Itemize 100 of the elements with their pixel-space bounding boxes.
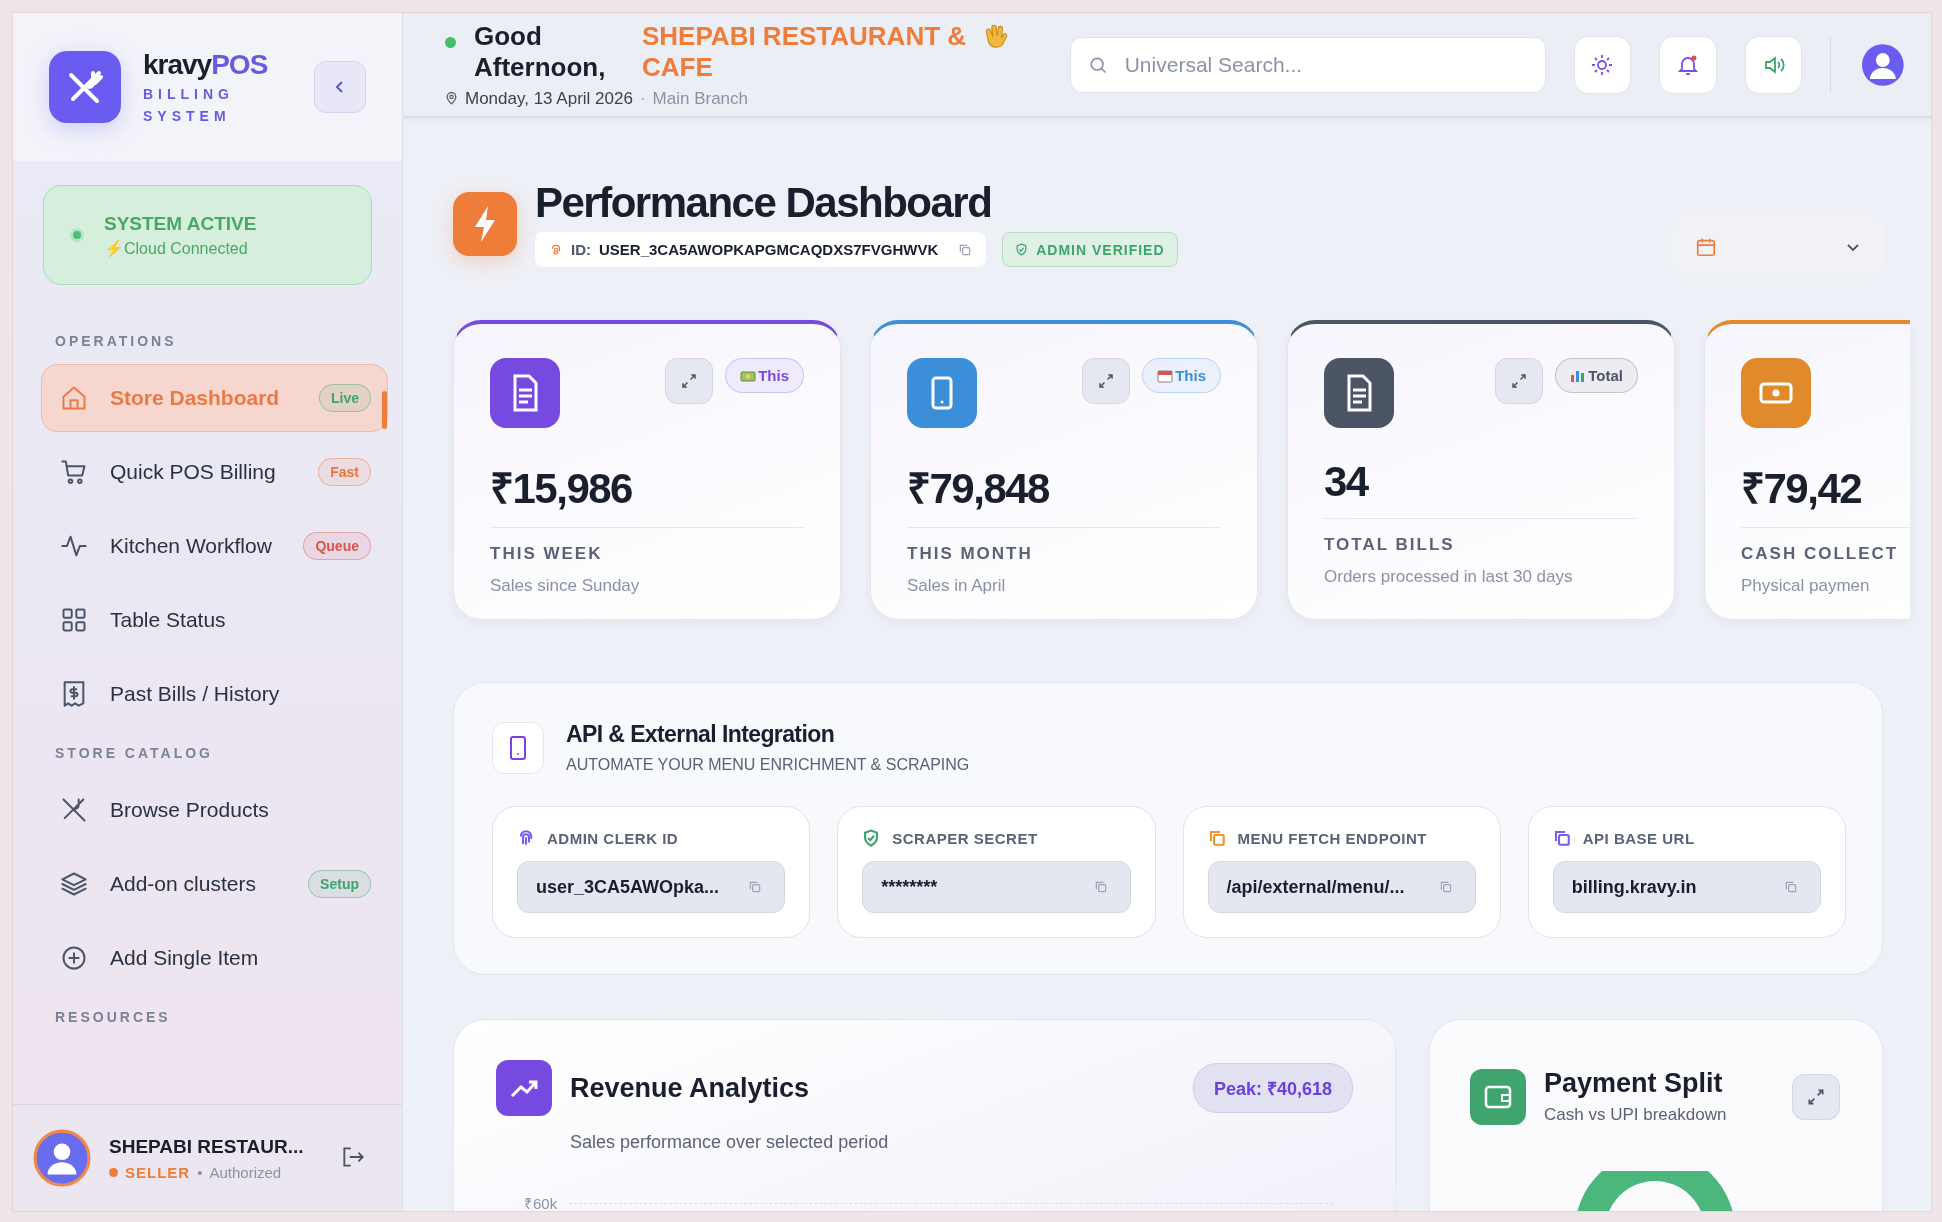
theme-toggle-button[interactable] (1573, 35, 1632, 94)
search-field[interactable]: Universal Search... (1069, 36, 1546, 93)
stat-value: ₹15,986 (490, 458, 804, 528)
nav-item[interactable]: Kitchen Workflow Queue (41, 512, 388, 580)
credential-field[interactable]: ******** (862, 861, 1131, 913)
field-label: SCRAPER SECRET (892, 829, 1038, 847)
card-title: Revenue Analytics (570, 1072, 810, 1104)
period-tag: Total (1555, 358, 1638, 393)
period-tag: This (1142, 358, 1221, 393)
nav-item[interactable]: Add Single Item (41, 924, 388, 992)
section-heading: RESOURCES (54, 1008, 172, 1027)
copy-icon[interactable] (958, 242, 973, 257)
online-dot-icon (445, 36, 456, 48)
expand-button[interactable] (1792, 1073, 1840, 1120)
admin-verified-badge: ADMIN VERIFIED (1002, 232, 1178, 267)
expand-button[interactable] (665, 358, 714, 404)
greeting-text: Good Afternoon, (474, 20, 607, 83)
expand-button[interactable] (1495, 358, 1544, 404)
nav-item[interactable]: Browse Products (41, 776, 388, 844)
section-heading: OPERATIONS (54, 332, 178, 351)
axis-tick-label: ₹60k (524, 1194, 558, 1211)
credential-field[interactable]: billing.kravy.in (1552, 861, 1821, 913)
card-title: Payment Split (1544, 1068, 1724, 1099)
brand-tagline: BILLING SYSTEM (143, 85, 235, 126)
bar-chart-icon (1570, 368, 1587, 383)
nav-badge: Fast (318, 458, 371, 486)
banknote-icon (740, 368, 757, 383)
card-subtitle: Sales performance over selected period (570, 1132, 890, 1153)
section-heading: STORE CATALOG (54, 744, 214, 763)
profile-avatar-icon[interactable] (1861, 42, 1905, 87)
collapse-button[interactable] (314, 61, 366, 113)
nav-badge: Queue (303, 532, 371, 560)
plus-icon (60, 944, 88, 972)
section-title: API & External Integration (566, 721, 836, 748)
credential-field[interactable]: /api/external/menu/... (1207, 861, 1476, 913)
status-title: SYSTEM ACTIVE (104, 212, 257, 235)
date-text: Monday, 13 April 2026 (465, 88, 633, 109)
separator-dot: · (639, 88, 646, 109)
status-subtitle: ⚡Cloud Connected (104, 238, 249, 258)
field-label: API BASE URL (1582, 829, 1695, 847)
stat-description: Sales since Sunday (490, 576, 641, 596)
stat-value: 34 (1324, 458, 1638, 519)
field-label: ADMIN CLERK ID (547, 829, 679, 847)
copy-icon[interactable] (1438, 880, 1453, 894)
stat-label: THIS WEEK (490, 544, 604, 564)
nav-badge: Setup (308, 870, 371, 898)
calendar-icon (1695, 236, 1717, 258)
expand-button[interactable] (1082, 358, 1131, 404)
brand-name: kravyPOS (143, 48, 269, 82)
id-label: ID: (571, 241, 591, 258)
user-name: SHEPABI RESTAUR... (109, 1135, 305, 1158)
utensils-icon (60, 796, 88, 824)
stat-description: Physical paymen (1741, 576, 1871, 596)
nav-item[interactable]: Quick POS Billing Fast (41, 438, 388, 506)
lightning-icon (453, 192, 517, 256)
trend-up-icon (496, 1060, 552, 1116)
tablet-icon (492, 721, 544, 774)
period-tag: This (725, 358, 804, 393)
peak-badge: Peak: ₹40,618 (1192, 1063, 1353, 1113)
home-icon (60, 384, 88, 412)
calendar-icon (1157, 368, 1174, 383)
utensils-logo-icon (49, 51, 121, 123)
stat-label: TOTAL BILLS (1324, 535, 1456, 555)
stat-description: Orders processed in last 30 days (1324, 567, 1574, 587)
stat-description: Sales in April (907, 576, 1007, 596)
stat-label: THIS MONTH (907, 544, 1034, 564)
layers-icon (60, 870, 88, 898)
copy-icon[interactable] (748, 880, 763, 894)
expand-icon (1510, 372, 1529, 390)
credential-field[interactable]: user_3CA5AWOpka... (517, 861, 786, 913)
stat-value: ₹79,848 (907, 458, 1221, 528)
sound-button[interactable] (1744, 35, 1803, 94)
nav-item[interactable]: Add-on clusters Setup (41, 850, 388, 918)
field-label: MENU FETCH ENDPOINT (1237, 829, 1427, 847)
id-value: USER_3CA5AWOPKAPGMCAQDXS7FVGHWVK (599, 241, 939, 258)
card-subtitle: Cash vs UPI breakdown (1544, 1105, 1727, 1125)
user-role: SELLER (125, 1163, 191, 1181)
status-dot-icon (68, 226, 86, 244)
nav-item[interactable]: Past Bills / History (41, 660, 388, 728)
separator-dot: • (197, 1163, 203, 1181)
expand-icon (1097, 372, 1116, 390)
nav-item[interactable]: Table Status (41, 586, 388, 654)
copy-icon[interactable] (1784, 880, 1798, 894)
branch-text: Main Branch (652, 88, 749, 109)
avatar-icon (33, 1129, 91, 1187)
expand-icon (680, 372, 699, 390)
copy-icon[interactable] (1093, 880, 1108, 894)
grid-icon (60, 606, 88, 634)
section-subtitle: AUTOMATE YOUR MENU ENRICHMENT & SCRAPING (566, 756, 970, 774)
active-indicator (382, 391, 387, 429)
location-pin-icon (445, 92, 458, 105)
user-status: Authorized (209, 1163, 282, 1181)
page-title: Performance Dashboard (535, 178, 993, 228)
cart-icon (60, 458, 88, 486)
notifications-button[interactable] (1659, 35, 1717, 94)
stat-value: ₹79,42 (1741, 458, 1910, 528)
business-name: SHEPABI RESTAURANT & CAFE (642, 20, 968, 83)
stat-label: CASH COLLECT (1741, 544, 1900, 564)
wallet-icon (1470, 1068, 1526, 1125)
nav-badge: Live (319, 384, 371, 412)
